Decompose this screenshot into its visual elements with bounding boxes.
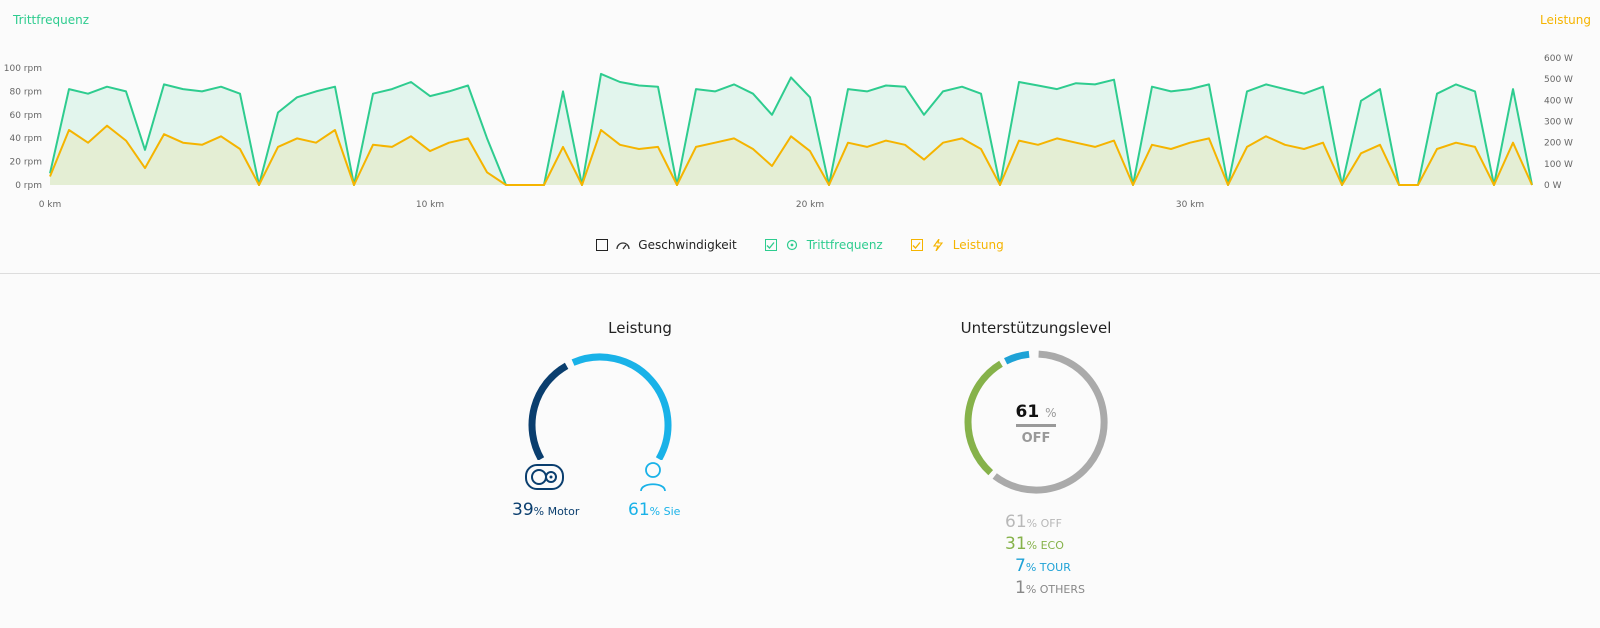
power-tick-label: 0 W	[1544, 181, 1562, 191]
donut-center-unit: %	[1045, 406, 1057, 420]
donut-center-label: OFF	[1021, 431, 1051, 446]
level-title: Unterstützungslevel	[960, 319, 1112, 337]
level-row-pct: 61	[1005, 512, 1027, 532]
cadence-checkbox[interactable]	[764, 239, 777, 251]
donut-center-rule	[1016, 424, 1056, 427]
distance-tick-label: 30 km	[1176, 200, 1204, 210]
power-tick-label: 600 W	[1544, 54, 1573, 64]
donut-center-value: 61	[1015, 402, 1040, 422]
chart-legend: Geschwindigkeit Trittfrequenz Leistung	[0, 238, 1600, 252]
legend-power-label: Leistung	[952, 238, 1004, 252]
donut-segment	[964, 360, 1003, 476]
distance-tick-label: 10 km	[416, 200, 444, 210]
speedometer-icon	[616, 242, 630, 250]
check-icon	[766, 241, 775, 249]
level-row-pct: 7	[1015, 556, 1026, 576]
donut-segment	[1004, 350, 1030, 365]
rider-icon	[640, 462, 666, 492]
motor-arc	[528, 362, 569, 460]
level-row-pct: 31	[1005, 534, 1027, 554]
ride-chart[interactable]: 100 rpm 80 rpm 60 rpm 40 rpm 20 rpm 0 rpm 600 …	[0, 40, 1600, 220]
cadence-tick-label: 80 rpm	[10, 87, 43, 97]
level-row-pct: 1	[1015, 578, 1026, 598]
motor-unit: % Motor	[533, 505, 580, 518]
rider-pct: 61	[628, 500, 650, 520]
motor-pct: 39	[512, 500, 534, 520]
power-tick-label: 300 W	[1544, 118, 1573, 128]
speed-checkbox[interactable]	[596, 239, 609, 251]
check-icon	[912, 241, 921, 249]
level-row: 1% OTHERS	[1015, 578, 1085, 598]
section-divider	[0, 273, 1600, 274]
level-row: 61% OFF	[1005, 512, 1062, 532]
leistung-title: Leistung	[608, 319, 672, 337]
power-tick-label: 100 W	[1544, 160, 1573, 170]
level-row-label: % OTHERS	[1025, 583, 1086, 596]
cadence-tick-label: 100 rpm	[4, 64, 42, 74]
level-row: 31% ECO	[1005, 534, 1064, 554]
cadence-tick-label: 60 rpm	[10, 111, 43, 121]
legend-speed-label: Geschwindigkeit	[638, 238, 737, 252]
cadence-tick-label: 20 rpm	[10, 158, 43, 168]
level-row: 7% TOUR	[1015, 556, 1071, 576]
legend-power[interactable]: Leistung	[910, 238, 1004, 252]
level-row-label: % TOUR	[1025, 561, 1071, 574]
power-tick-label: 500 W	[1544, 75, 1573, 85]
distance-tick-label: 20 km	[796, 200, 824, 210]
donut-center: 61 % OFF	[1000, 402, 1072, 446]
rider-arc	[571, 353, 672, 460]
cadence-tick-label: 40 rpm	[10, 134, 43, 144]
cadence-axis-title: Trittfrequenz	[13, 13, 90, 27]
legend-cadence[interactable]: Trittfrequenz	[764, 238, 883, 252]
power-tick-label: 200 W	[1544, 139, 1573, 149]
cadence-icon	[786, 239, 797, 251]
rider-share: 61% Sie	[628, 500, 680, 520]
legend-cadence-label: Trittfrequenz	[806, 238, 883, 252]
motor-share: 39% Motor	[512, 500, 579, 520]
power-axis-title: Leistung	[1540, 13, 1591, 27]
lightning-icon	[932, 239, 943, 251]
rider-unit: % Sie	[649, 505, 681, 518]
motor-icon	[525, 464, 564, 490]
power-checkbox[interactable]	[910, 239, 923, 251]
legend-speed[interactable]: Geschwindigkeit	[596, 238, 737, 252]
level-row-label: % ECO	[1026, 539, 1064, 552]
distance-tick-label: 0 km	[39, 200, 62, 210]
cadence-tick-label: 0 rpm	[15, 181, 42, 191]
power-split-gauge	[528, 353, 672, 460]
power-tick-label: 400 W	[1544, 96, 1573, 106]
level-row-label: % OFF	[1026, 517, 1062, 530]
